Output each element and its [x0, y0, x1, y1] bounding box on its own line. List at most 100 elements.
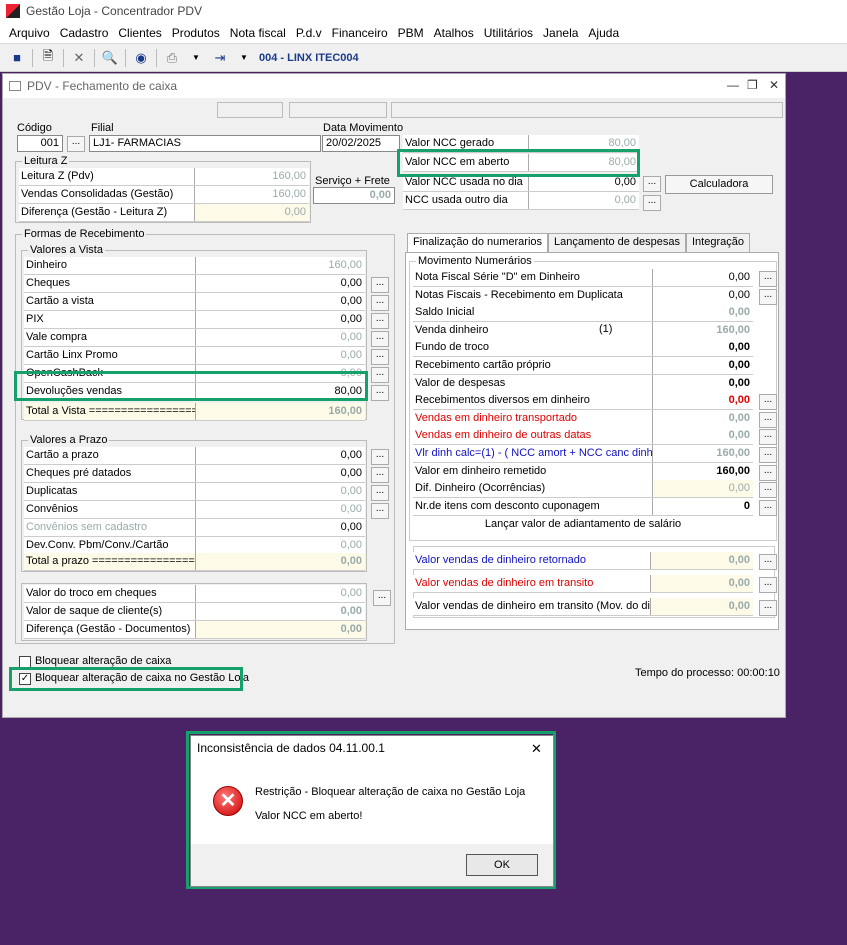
vista-2-value[interactable]: 0,00: [196, 293, 365, 310]
tab-finalizacao[interactable]: Finalização do numerarios: [407, 233, 549, 252]
save-icon[interactable]: ■: [8, 49, 26, 67]
menu-nota-fiscal[interactable]: Nota fiscal: [225, 26, 291, 40]
movimento-13-label: Nr.de itens com desconto cuponagem: [413, 497, 653, 515]
movimento-7-row: Recebimentos diversos em dinheiro 0,00: [413, 392, 753, 411]
app-title-bar: Gestão Loja - Concentrador PDV: [0, 0, 847, 22]
movimento-11-lookup-button[interactable]: ...: [759, 464, 777, 481]
prazo-2-row: Duplicatas 0,00: [24, 483, 365, 501]
movimento-12-lookup-button[interactable]: ...: [759, 482, 777, 499]
status-panel: [289, 102, 387, 118]
movimento-12-value[interactable]: 0,00: [653, 480, 753, 498]
movimento-11-value[interactable]: 160,00: [653, 463, 753, 480]
search-icon[interactable]: 🔍: [101, 49, 119, 67]
vista-1-lookup-button[interactable]: ...: [371, 277, 389, 293]
movimento-1-lookup-button[interactable]: ...: [759, 288, 777, 305]
troco-0-row: Valor do troco em cheques 0,00: [24, 585, 365, 603]
menu-clientes[interactable]: Clientes: [113, 26, 166, 40]
prazo-1-lookup-button[interactable]: ...: [371, 467, 389, 483]
menu-janela[interactable]: Janela: [538, 26, 583, 40]
movimento-0-lookup-button[interactable]: ...: [759, 271, 777, 287]
prazo-0-value[interactable]: 0,00: [196, 447, 365, 464]
prazo-4-label: Convênios sem cadastro: [24, 519, 196, 536]
prazo-1-value[interactable]: 0,00: [196, 465, 365, 482]
filial-field[interactable]: LJ1- FARMACIAS: [89, 135, 321, 152]
vista-4-value: 0,00: [340, 331, 362, 343]
vista-5-row: Cartão Linx Promo 0,00: [24, 347, 365, 365]
total-prazo-label: Total a prazo ================>: [24, 553, 196, 570]
window-icon: [9, 81, 21, 91]
movimento-8-lookup-button[interactable]: ...: [759, 411, 777, 428]
codigo-lookup-button[interactable]: ...: [67, 136, 85, 152]
tab-lancamento-despesas[interactable]: Lançamento de despesas: [548, 233, 686, 252]
retorno-0-lookup-button[interactable]: ...: [759, 554, 777, 570]
retorno-1-lookup-button[interactable]: ...: [759, 577, 777, 593]
movimento-7-lookup-button[interactable]: ...: [759, 394, 777, 411]
movimento-4-label: Fundo de troco: [413, 339, 653, 357]
servico-frete-label: Serviço + Frete: [315, 175, 390, 187]
movimento-7-value[interactable]: 0,00: [653, 392, 753, 409]
prazo-2-lookup-button[interactable]: ...: [371, 485, 389, 501]
export-icon[interactable]: ⇥: [211, 49, 229, 67]
calculadora-button[interactable]: Calculadora: [665, 175, 773, 194]
codigo-field[interactable]: 001: [17, 135, 63, 152]
movimento-9-lookup-button[interactable]: ...: [759, 429, 777, 446]
restore-icon[interactable]: ❐: [747, 78, 758, 92]
toolbar-separator: [63, 48, 64, 67]
menu-pdv[interactable]: P.d.v: [291, 26, 327, 40]
prazo-0-lookup-button[interactable]: ...: [371, 449, 389, 465]
menu-financeiro[interactable]: Financeiro: [327, 26, 393, 40]
movimento-9-value[interactable]: 0,00: [653, 427, 753, 444]
movimento-8-value[interactable]: 0,00: [653, 410, 753, 427]
app-title: Gestão Loja - Concentrador PDV: [26, 4, 203, 18]
minimize-icon[interactable]: —: [727, 78, 739, 92]
movimento-13-value[interactable]: 0: [653, 498, 753, 515]
vista-1-value[interactable]: 0,00: [196, 275, 365, 292]
vista-5-lookup-button[interactable]: ...: [371, 349, 389, 365]
settings-icon[interactable]: ◉: [132, 49, 150, 67]
prazo-3-lookup-button[interactable]: ...: [371, 503, 389, 519]
ok-button[interactable]: OK: [466, 854, 538, 876]
vista-4-lookup-button[interactable]: ...: [371, 331, 389, 347]
menu-ajuda[interactable]: Ajuda: [583, 26, 624, 40]
menu-produtos[interactable]: Produtos: [167, 26, 225, 40]
print-icon[interactable]: ⎙: [163, 49, 181, 67]
retorno-2-value: 0,00: [651, 598, 753, 615]
cancel-icon[interactable]: ✕: [70, 49, 88, 67]
chevron-down-icon[interactable]: ▼: [187, 49, 205, 67]
troco-lookup-button[interactable]: ...: [373, 590, 391, 606]
vista-2-lookup-button[interactable]: ...: [371, 295, 389, 311]
movimento-10-value[interactable]: 160,00: [653, 445, 753, 462]
retorno-0-row: Valor vendas de dinheiro retornado 0,00: [413, 552, 753, 570]
movimento-10-lookup-button[interactable]: ...: [759, 447, 777, 463]
new-document-icon[interactable]: 🗎: [39, 48, 57, 67]
vista-6-lookup-button[interactable]: ...: [371, 367, 389, 383]
movimento-0-label: Nota Fiscal Série "D" em Dinheiro: [413, 269, 653, 286]
ncc-outro-lookup-button[interactable]: ...: [643, 195, 661, 211]
movimento-3-extra: (1): [599, 322, 613, 335]
menu-atalhos[interactable]: Atalhos: [429, 26, 479, 40]
leitura-row: Vendas Consolidadas (Gestão) 160,00: [19, 186, 309, 204]
data-movimento-field[interactable]: 20/02/2025: [322, 135, 400, 152]
menu-arquivo[interactable]: Arquivo: [4, 26, 55, 40]
movimento-1-value[interactable]: 0,00: [653, 287, 753, 304]
menu-cadastro[interactable]: Cadastro: [55, 26, 114, 40]
adiantamento-button[interactable]: Lançar valor de adiantamento de salário: [413, 514, 753, 534]
movimento-3-label: Venda dinheiro: [413, 321, 653, 339]
movimento-13-lookup-button[interactable]: ...: [759, 499, 777, 516]
vista-3-value[interactable]: 0,00: [196, 311, 365, 328]
close-icon[interactable]: ✕: [531, 741, 542, 757]
retorno-2-lookup-button[interactable]: ...: [759, 600, 777, 616]
prazo-4-value[interactable]: 0,00: [196, 519, 365, 536]
toolbar-separator: [125, 48, 126, 67]
movimento-0-value[interactable]: 0,00: [653, 269, 753, 286]
vista-3-lookup-button[interactable]: ...: [371, 313, 389, 329]
movimento-2-value: 0,00: [728, 306, 750, 319]
close-icon[interactable]: ✕: [769, 78, 779, 92]
prazo-2-label: Duplicatas: [24, 483, 196, 500]
ncc-usada-lookup-button[interactable]: ...: [643, 176, 661, 192]
menu-pbm[interactable]: PBM: [393, 26, 429, 40]
vista-7-lookup-button[interactable]: ...: [371, 385, 389, 401]
chevron-down-icon[interactable]: ▼: [235, 49, 253, 67]
menu-utilitarios[interactable]: Utilitários: [479, 26, 538, 40]
tab-integracao[interactable]: Integração: [686, 233, 750, 252]
